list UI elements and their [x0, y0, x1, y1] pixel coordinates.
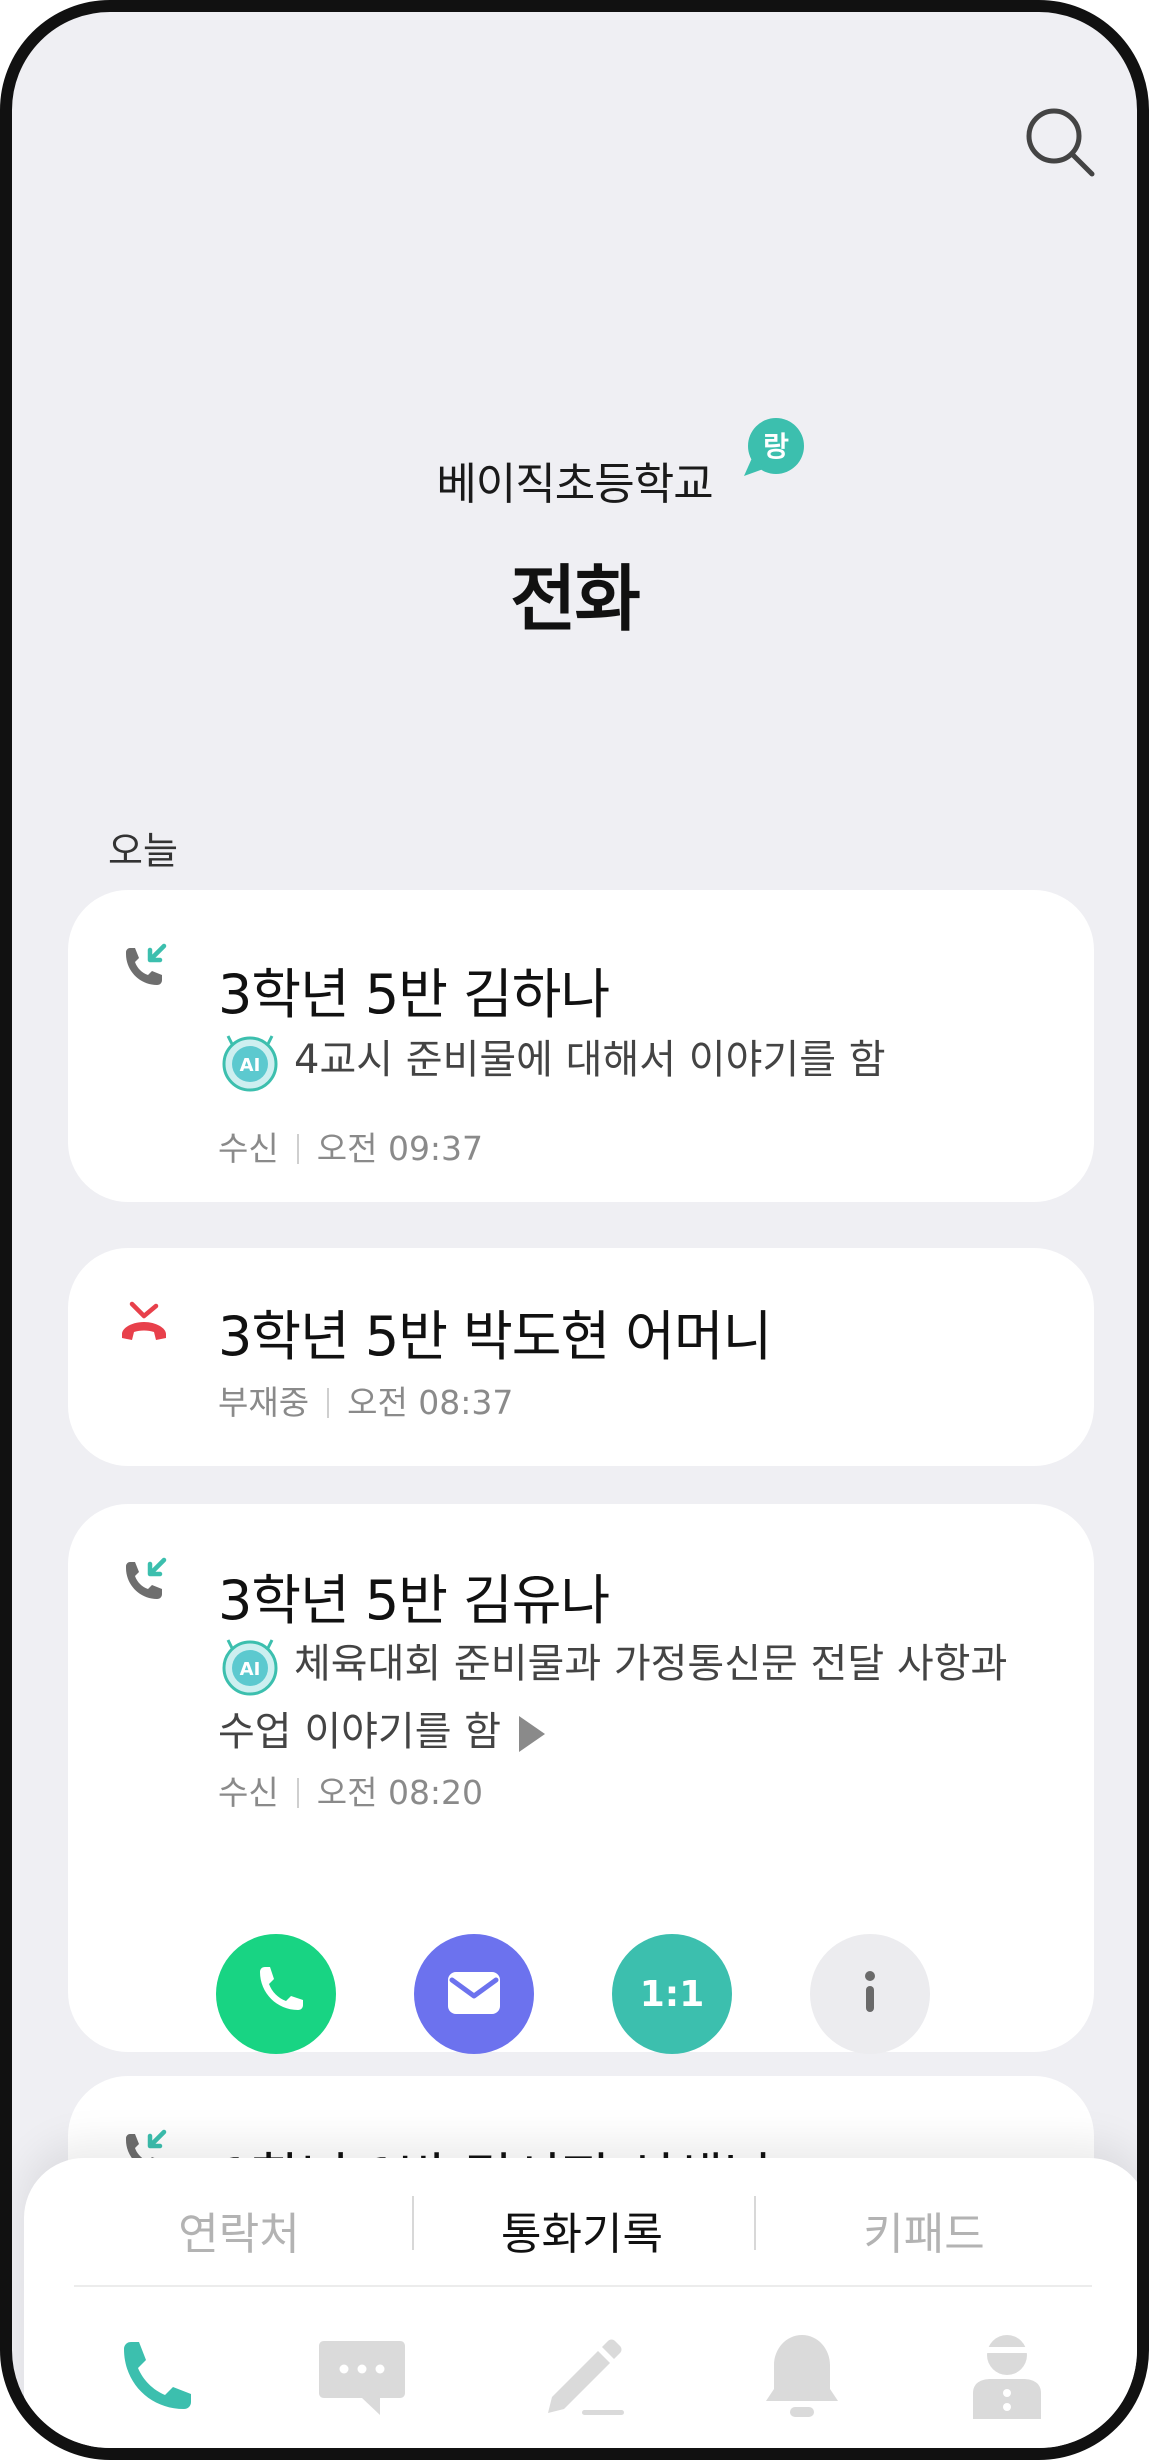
phone-icon [260, 1967, 303, 2010]
info-button[interactable] [810, 1934, 930, 2054]
bell-icon[interactable] [752, 2327, 852, 2427]
rang-badge: 랑 [744, 418, 804, 476]
call-time: 오전 08:20 [316, 1773, 484, 1812]
call-summary: AI 4교시 준비물에 대해서 이야기를 함 [218, 1026, 1038, 1094]
incoming-call-icon [126, 1557, 167, 1599]
caller-name: 3학년 5반 김하나 [218, 963, 610, 1026]
incoming-call-icon [126, 943, 167, 985]
svg-text:AI: AI [240, 1055, 261, 1076]
phone-icon[interactable] [106, 2327, 206, 2427]
call-status: 수신 [218, 1129, 279, 1168]
summary-text: 4교시 준비물에 대해서 이야기를 함 [294, 1037, 886, 1083]
call-time: 오전 08:37 [347, 1383, 514, 1422]
summary-text: 체육대회 준비물과 가정통신문 전달 사항과 수업 이야기를 함 [218, 1641, 1008, 1755]
ai-icon: AI [222, 1639, 278, 1696]
section-label-today: 오늘 [108, 829, 178, 873]
call-meta: 부재중 오전 08:37 [218, 1376, 513, 1424]
school-name: 베이직초등학교 [436, 459, 713, 510]
phone-screen: 베이직초등학교 랑 전화 오늘 3학년 5반 김하나 AI 4교시 준비물에 대… [0, 0, 1149, 2460]
one-on-one-icon: 1:1 [640, 1974, 705, 2015]
one-on-one-button[interactable]: 1:1 [612, 1934, 732, 2054]
svg-text:AI: AI [240, 1659, 261, 1680]
svg-text:1:1: 1:1 [640, 1974, 705, 2015]
chat-icon[interactable] [312, 2327, 412, 2427]
ai-icon: AI [222, 1035, 278, 1092]
call-status: 수신 [218, 1773, 279, 1812]
call-item[interactable]: 3학년 5반 박도현 어머니 부재중 오전 08:37 [68, 1248, 1094, 1466]
search-icon[interactable] [1020, 102, 1100, 182]
write-icon[interactable] [532, 2327, 632, 2427]
caller-name: 3학년 5반 박도현 어머니 [218, 1305, 772, 1368]
call-meta: 수신 오전 08:20 [218, 1766, 483, 1814]
caller-name: 3학년 5반 김유나 [218, 1569, 610, 1632]
tab-contacts[interactable]: 연락처 [69, 2198, 409, 2262]
call-time: 오전 09:37 [316, 1129, 484, 1168]
missed-call-icon [122, 1301, 166, 1340]
svg-text:랑: 랑 [763, 430, 789, 463]
message-button[interactable] [414, 1934, 534, 2054]
call-button[interactable] [216, 1934, 336, 2054]
call-meta: 수신 오전 09:37 [218, 1122, 483, 1170]
divider [74, 2285, 1092, 2287]
profile-icon[interactable] [957, 2327, 1057, 2427]
tab-keypad[interactable]: 키패드 [754, 2198, 1094, 2262]
tab-call-history[interactable]: 통화기록 [412, 2198, 752, 2262]
info-icon [865, 1971, 875, 2012]
page-title: 전화 [510, 557, 640, 641]
call-status: 부재중 [218, 1383, 310, 1422]
mail-icon [448, 1972, 500, 2014]
call-summary: AI 체육대회 준비물과 가정통신문 전달 사항과 수업 이야기를 함 [218, 1630, 1038, 1766]
play-icon[interactable] [519, 1716, 546, 1752]
call-item[interactable]: 3학년 5반 김하나 AI 4교시 준비물에 대해서 이야기를 함 수신 오전 0… [68, 890, 1094, 1202]
